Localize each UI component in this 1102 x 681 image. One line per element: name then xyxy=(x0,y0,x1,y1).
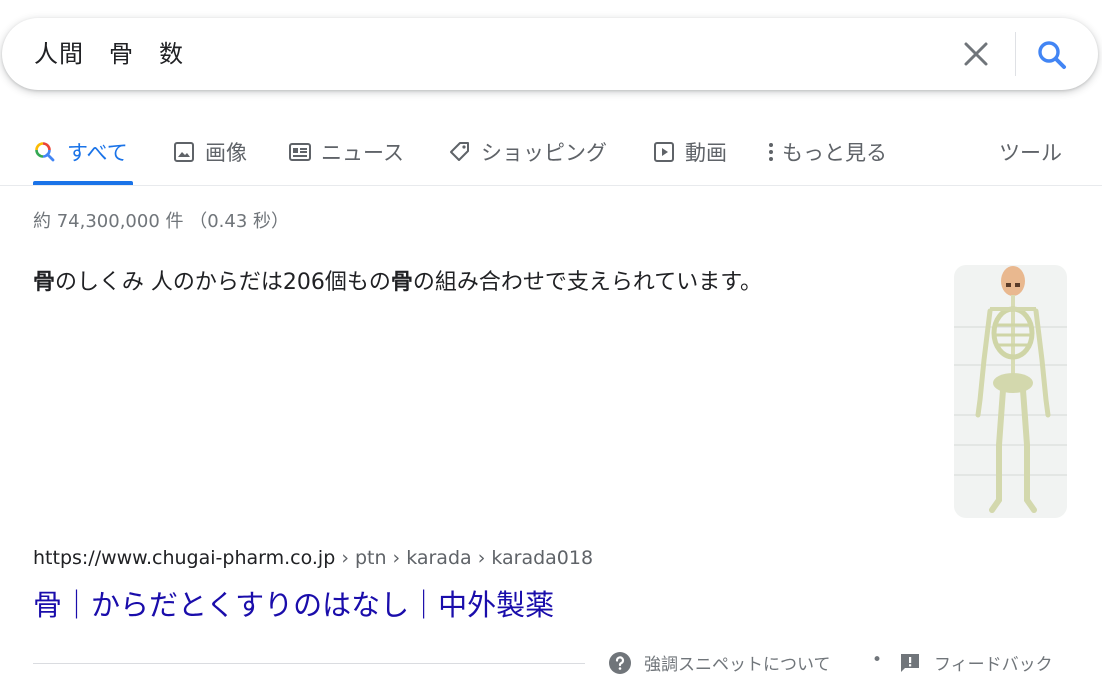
featured-snippet-text: 骨のしくみ 人のからだは206個もの骨の組み合わせで支えられています。 xyxy=(33,266,762,300)
tab-label: もっと見る xyxy=(782,141,887,165)
tools-label: ツール xyxy=(999,141,1062,165)
active-tab-indicator xyxy=(33,181,133,185)
skeleton-thumbnail[interactable] xyxy=(954,265,1067,518)
about-snippets-link[interactable]: 強調スニペットについて xyxy=(608,650,831,675)
search-box: 人間 骨 数 xyxy=(2,18,1098,90)
footer-divider xyxy=(33,663,585,664)
more-vert-icon xyxy=(769,143,773,161)
search-multicolor-icon xyxy=(35,142,55,162)
result-url: https://www.chugai-pharm.co.jp › ptn › k… xyxy=(33,547,593,569)
result-title-link[interactable]: 骨｜からだとくすりのはなし｜中外製薬 xyxy=(33,582,554,624)
search-button[interactable] xyxy=(1032,36,1072,74)
tag-icon xyxy=(450,142,469,161)
search-tabs: すべて 画像 ニュース ショッピング 動画 もっと見る ツール xyxy=(0,120,1102,186)
tab-label: 動画 xyxy=(685,141,727,165)
feedback-label: フィードバック xyxy=(934,655,1053,675)
tab-videos[interactable]: 動画 xyxy=(652,132,727,172)
tab-label: ニュース xyxy=(321,141,404,165)
search-icon xyxy=(1038,41,1066,69)
tab-all[interactable]: すべて xyxy=(33,132,128,172)
skeleton-illustration xyxy=(954,266,1067,513)
tab-more[interactable]: もっと見る xyxy=(766,132,887,172)
tab-label: 画像 xyxy=(205,141,247,165)
snippet-text-part: の組み合わせで支えられています。 xyxy=(412,270,763,295)
search-divider xyxy=(1015,32,1016,76)
tab-images[interactable]: 画像 xyxy=(172,132,247,172)
result-url-base: https://www.chugai-pharm.co.jp xyxy=(33,547,336,569)
help-icon xyxy=(609,651,631,674)
image-icon xyxy=(174,142,194,162)
feedback-link[interactable]: フィードバック xyxy=(898,650,1053,675)
snippet-bold: 骨 xyxy=(390,270,413,295)
tab-tools[interactable]: ツール xyxy=(999,132,1062,172)
clear-button[interactable] xyxy=(958,36,994,72)
result-breadcrumb: › ptn › karada › karada018 xyxy=(335,547,594,569)
search-input[interactable]: 人間 骨 数 xyxy=(34,39,184,69)
tab-shopping[interactable]: ショッピング xyxy=(448,132,607,172)
tab-news[interactable]: ニュース xyxy=(288,132,404,172)
news-icon xyxy=(289,143,311,161)
tab-label: ショッピング xyxy=(481,141,607,165)
feedback-icon xyxy=(901,653,919,672)
snippet-text-part: のしくみ 人のからだは206個もの xyxy=(55,270,391,295)
footer-separator: • xyxy=(872,650,883,670)
tab-label: すべて xyxy=(67,141,128,165)
about-snippets-label: 強調スニペットについて xyxy=(644,655,831,675)
result-stats: 約 74,300,000 件 （0.43 秒） xyxy=(33,211,290,232)
snippet-bold: 骨 xyxy=(33,270,56,295)
video-icon xyxy=(654,142,674,162)
close-icon xyxy=(964,42,988,66)
